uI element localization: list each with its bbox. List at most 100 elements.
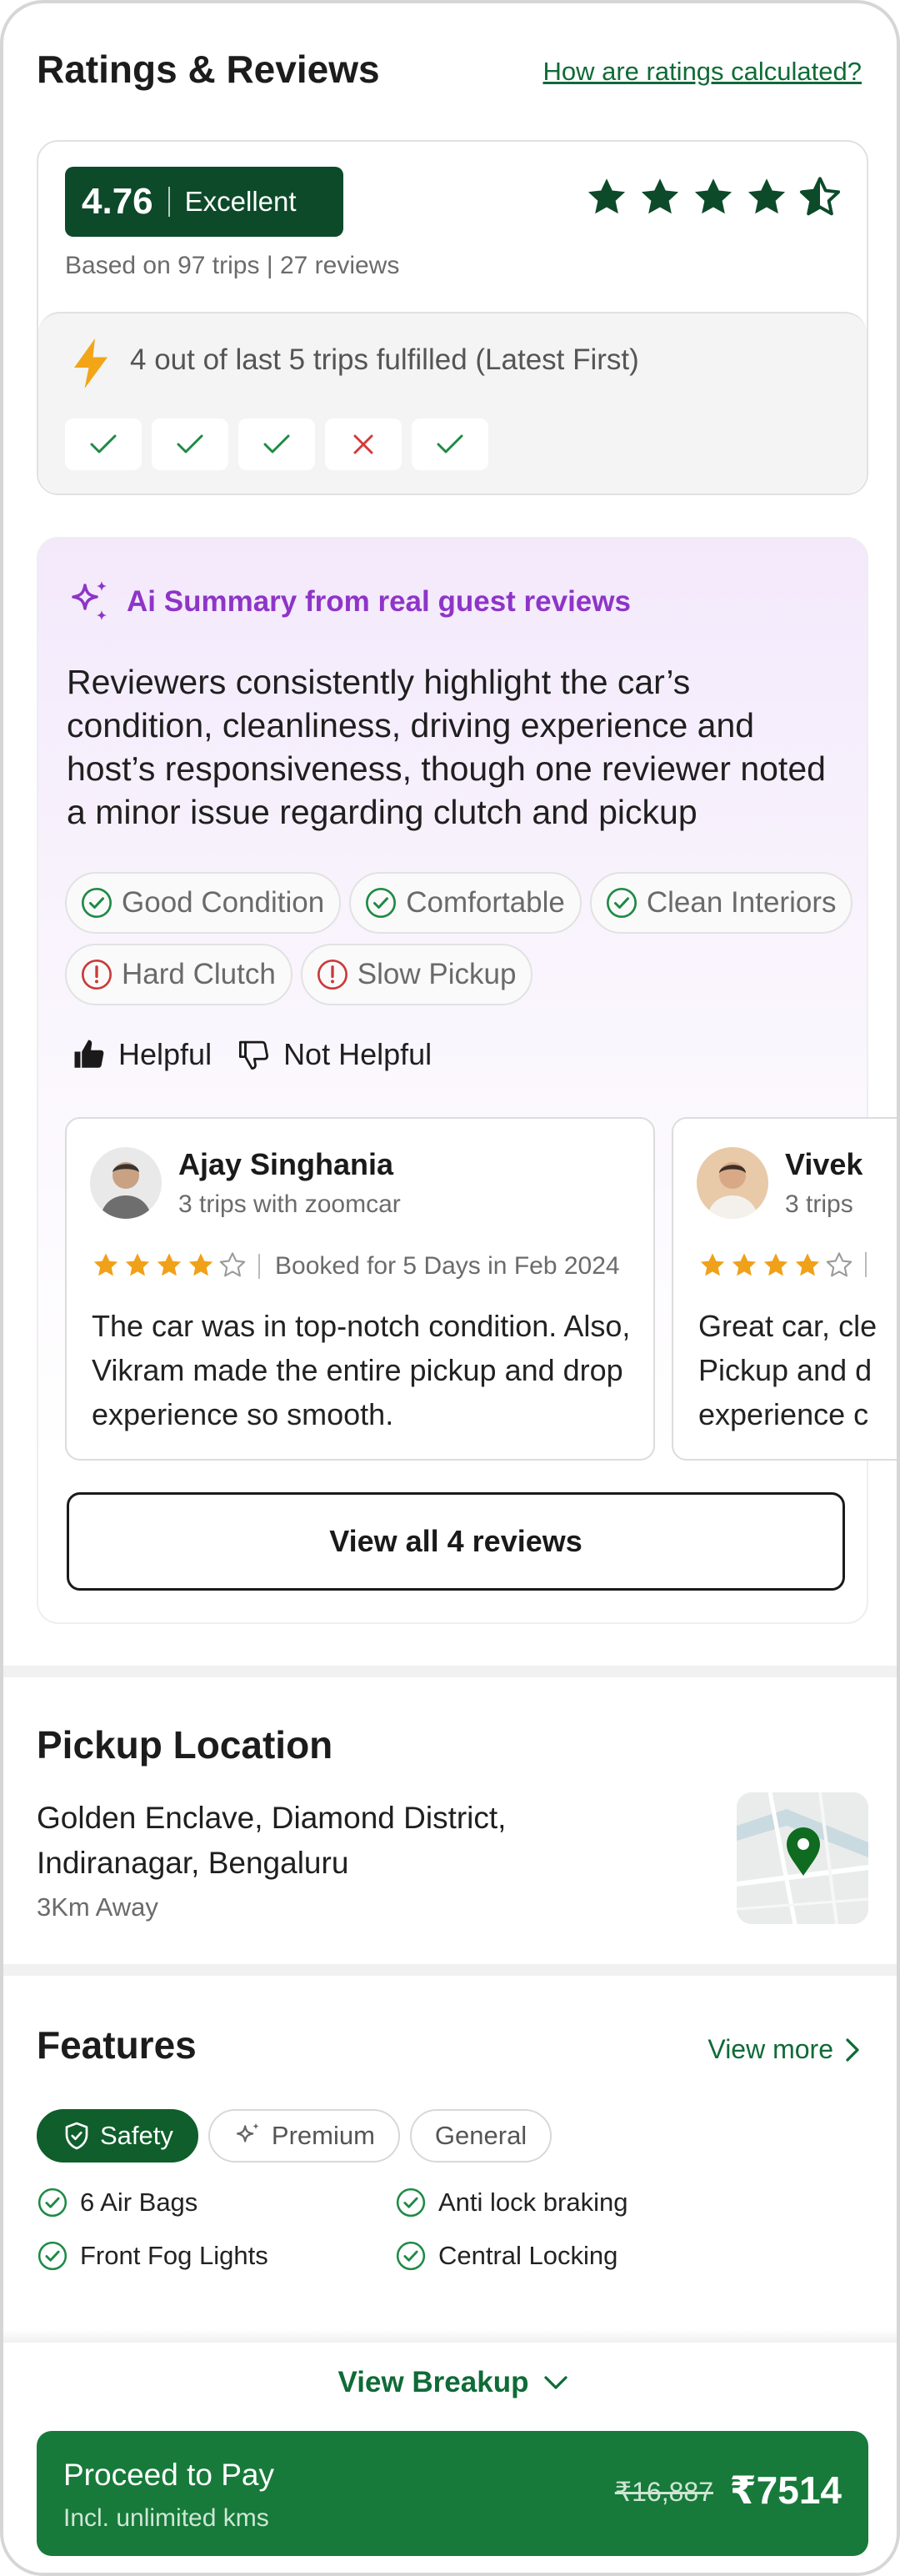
app-frame: Ratings & Reviews How are ratings calcul…: [0, 0, 900, 2576]
reviewer-trips: 3 trips with zoomcar: [178, 1190, 401, 1218]
section-divider: [3, 1666, 897, 1677]
ai-summary-heading: Ai Summary from real guest reviews: [127, 585, 631, 618]
star-icon: [732, 1253, 757, 1276]
chip-hard-clutch: Hard Clutch: [65, 944, 292, 1005]
feature-item: 6 Air Bags: [37, 2186, 395, 2219]
star-icon: [125, 1253, 150, 1276]
review-booking-info: Booked for 5 Days in Feb 2024: [258, 1252, 620, 1280]
review-card[interactable]: Ajay Singhania 3 trips with zoomcar Book…: [65, 1117, 655, 1461]
trip-fulfilled: [152, 418, 228, 470]
final-price: ₹7514: [729, 2468, 842, 2512]
lightning-icon: [74, 338, 108, 388]
chip-label: Comfortable: [406, 886, 565, 919]
check-icon: [437, 434, 463, 454]
feature-item: Anti lock braking: [395, 2186, 753, 2219]
shield-icon: [65, 2122, 88, 2150]
reviewer-name: Ajay Singhania: [178, 1147, 394, 1181]
check-icon: [177, 434, 203, 454]
chip-good-condition: Good Condition: [65, 872, 342, 934]
review-text: Great car, cle Pickup and d experience c: [698, 1309, 878, 1431]
summary-chips: Good Condition Comfortable Clean Interio…: [65, 872, 865, 1005]
trip-fulfilled: [412, 418, 488, 470]
cross-icon: [353, 434, 373, 454]
section-divider: [3, 1964, 897, 1976]
chip-label: Good Condition: [122, 886, 325, 919]
star-outline-icon: [826, 1252, 852, 1277]
chip-comfortable: Comfortable: [349, 872, 582, 934]
review-text: The car was in top-notch condition. Also…: [92, 1309, 631, 1431]
rating-stars: [585, 177, 842, 218]
tab-label: General: [434, 2121, 528, 2150]
ai-summary-header: Ai Summary from real guest reviews: [67, 579, 631, 625]
alert-circle-icon: [317, 960, 348, 990]
review-stars: [92, 1252, 247, 1279]
check-circle-icon: [396, 2188, 426, 2218]
reviewer-name: Vivek: [785, 1147, 863, 1181]
trip-fulfilled: [238, 418, 315, 470]
rating-label: Excellent: [184, 186, 297, 217]
rating-score: 4.76: [82, 181, 153, 222]
separator: [258, 1254, 260, 1279]
star-icon: [748, 178, 786, 214]
badge-divider: [168, 187, 170, 217]
star-icon: [188, 1253, 213, 1276]
star-outline-icon: [219, 1252, 246, 1277]
trip-status-row: [65, 418, 488, 470]
view-breakup-toggle[interactable]: View Breakup: [3, 2366, 897, 2399]
tab-premium[interactable]: Premium: [208, 2109, 400, 2163]
bottom-bar-shadow: [3, 2329, 897, 2343]
check-circle-icon: [366, 888, 397, 918]
original-price: ₹16,887: [614, 2477, 713, 2507]
view-breakup-label: View Breakup: [338, 2366, 529, 2398]
chevron-down-icon: [544, 2376, 568, 2389]
tab-general[interactable]: General: [409, 2109, 552, 2163]
star-icon: [694, 178, 732, 214]
tab-safety[interactable]: Safety: [37, 2109, 198, 2163]
check-circle-icon: [38, 2241, 68, 2271]
not-helpful-button[interactable]: Not Helpful: [237, 1037, 432, 1072]
check-circle-icon: [82, 888, 112, 918]
check-circle-icon: [606, 888, 637, 918]
avatar: [90, 1147, 162, 1219]
trip-fulfilled: [65, 418, 142, 470]
chip-slow-pickup: Slow Pickup: [300, 944, 533, 1005]
rating-basis: Based on 97 trips | 27 reviews: [65, 252, 400, 279]
pickup-address: Golden Enclave, Diamond District, Indira…: [37, 1801, 507, 1880]
rating-badge: 4.76 Excellent: [65, 167, 343, 237]
star-icon: [588, 178, 626, 214]
pickup-title: Pickup Location: [37, 1723, 333, 1767]
reviewer-trips: 3 trips: [785, 1190, 853, 1218]
separator: [865, 1252, 867, 1277]
trip-fulfilment-panel: 4 out of last 5 trips fulfilled (Latest …: [38, 312, 867, 494]
feature-label: Anti lock braking: [438, 2188, 628, 2217]
sparkle-icon: [236, 2122, 259, 2142]
feature-tabs: Safety Premium General: [37, 2109, 552, 2163]
not-helpful-label: Not Helpful: [283, 1037, 432, 1071]
tab-label: Premium: [271, 2121, 375, 2150]
view-all-reviews-button[interactable]: View all 4 reviews: [67, 1492, 845, 1591]
avatar: [697, 1147, 768, 1219]
view-more-link[interactable]: View more: [708, 2034, 860, 2065]
chevron-right-icon: [846, 2037, 859, 2062]
ratings-calculation-link[interactable]: How are ratings calculated?: [542, 57, 862, 87]
ai-summary-text: Reviewers consistently highlight the car…: [67, 663, 826, 831]
half-star-icon: [799, 177, 841, 216]
proceed-sublabel: Incl. unlimited kms: [63, 2504, 269, 2532]
star-icon: [763, 1253, 788, 1276]
check-icon: [263, 434, 290, 454]
check-circle-icon: [38, 2188, 68, 2218]
thumbs-down-icon: [239, 1040, 269, 1070]
ai-summary-card: Ai Summary from real guest reviews Revie…: [37, 537, 897, 1624]
proceed-to-pay-button[interactable]: Proceed to Pay Incl. unlimited kms ₹16,8…: [37, 2431, 868, 2556]
chip-label: Hard Clutch: [122, 958, 276, 990]
map-thumbnail[interactable]: [737, 1792, 868, 1924]
helpful-button[interactable]: Helpful: [72, 1037, 212, 1072]
star-icon: [700, 1253, 725, 1276]
review-card[interactable]: Vivek 3 trips Great car, cle Pickup and …: [672, 1117, 897, 1461]
check-icon: [90, 434, 117, 454]
star-icon: [641, 178, 679, 214]
proceed-label: Proceed to Pay: [63, 2458, 274, 2492]
star-icon: [795, 1253, 820, 1276]
view-more-label: View more: [708, 2034, 833, 2064]
feature-label: 6 Air Bags: [80, 2188, 198, 2217]
